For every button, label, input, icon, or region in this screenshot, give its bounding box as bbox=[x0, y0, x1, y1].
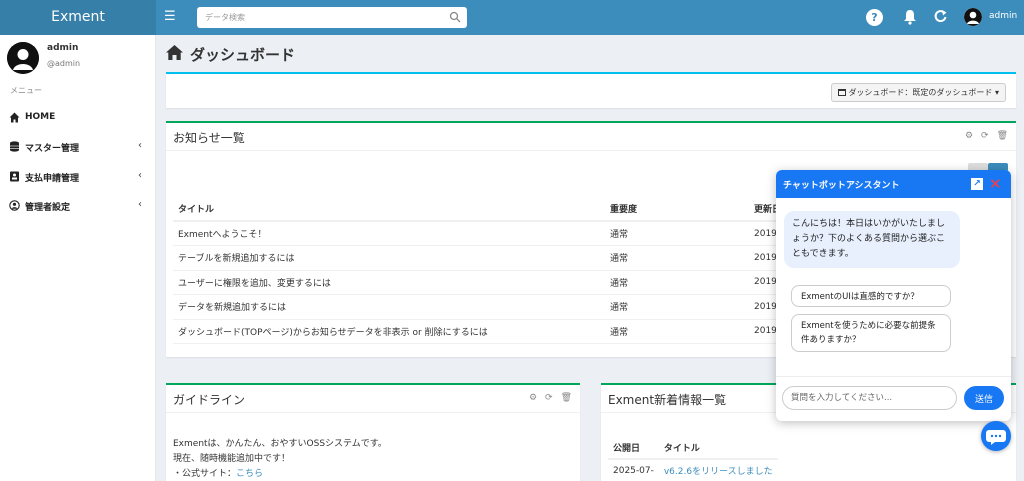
info-table: 公開日 タイトル 2025-07- v6.2.6をリリースしました bbox=[608, 437, 778, 481]
sidebar-item-payment[interactable]: 支払申請管理 ‹ bbox=[0, 165, 156, 189]
table-header-row: 公開日 タイトル bbox=[608, 437, 778, 460]
sidebar-avatar bbox=[7, 42, 39, 74]
column-header: 公開日 bbox=[608, 437, 659, 460]
sidebar-user-handle: @admin bbox=[47, 59, 81, 68]
news-box-tools: ⚙ ⟳ 🗑 bbox=[957, 131, 1008, 141]
guideline-line: 現在、随時機能追加中です！ bbox=[173, 454, 291, 464]
trash-icon[interactable]: 🗑 bbox=[561, 393, 572, 403]
chat-bubble-icon bbox=[986, 430, 1006, 445]
sidebar-item-home[interactable]: HOME bbox=[0, 106, 156, 130]
refresh-icon[interactable]: ⟳ bbox=[545, 393, 553, 403]
sidebar-item-label: 管理者設定 bbox=[25, 203, 71, 213]
bell-icon[interactable] bbox=[903, 9, 917, 25]
guideline-line: ・公式サイト：こちら bbox=[173, 467, 387, 481]
guideline-line: Exmentは、かんたん、おやすいOSSシステムです。 bbox=[173, 439, 387, 449]
chatbot-header: チャットボットアシスタント ↗ ✕ bbox=[776, 170, 1011, 198]
importance-cell: 通常 bbox=[605, 245, 749, 271]
guideline-text: Exmentは、かんたん、おやすいOSSシステムです。 現在、随時機能追加中です… bbox=[173, 437, 387, 481]
calendar-icon bbox=[838, 89, 847, 96]
search-icon[interactable] bbox=[449, 11, 461, 23]
sidebar-user-name: admin bbox=[47, 43, 79, 53]
sidebar-item-admin-settings[interactable]: 管理者設定 ‹ bbox=[0, 194, 156, 218]
sidebar-item-label: HOME bbox=[25, 112, 56, 122]
guideline-box-title: ガイドライン bbox=[173, 393, 246, 407]
chatbot-title: チャットボットアシスタント bbox=[783, 181, 900, 191]
id-card-icon bbox=[10, 171, 19, 182]
dashboard-selector-box: ダッシュボード：既定のダッシュボード ▾ bbox=[166, 72, 1016, 108]
expand-icon[interactable]: ↗ bbox=[971, 178, 983, 190]
sidebar-item-label: マスター管理 bbox=[25, 144, 80, 154]
chevron-left-icon: ‹ bbox=[138, 170, 142, 181]
news-title-cell: ダッシュボード(TOPページ)からお知らせデータを非表示 or 削除にするには bbox=[173, 319, 605, 344]
suggested-question-button[interactable]: ExmentのUIは直感的ですか？ bbox=[791, 285, 951, 307]
database-icon bbox=[10, 141, 19, 152]
top-username[interactable]: admin bbox=[989, 11, 1017, 21]
news-title-cell: データを新規追加するには bbox=[173, 294, 605, 320]
news-box-header: お知らせ一覧 ⚙ ⟳ 🗑 bbox=[166, 123, 1016, 151]
suggested-question-button[interactable]: Exmentを使うために必要な前提条件ありますか？ bbox=[791, 314, 951, 352]
chatbot-footer: 送信 bbox=[776, 376, 1011, 421]
home-icon bbox=[9, 112, 20, 123]
search-box bbox=[197, 7, 467, 28]
page-title: ダッシュボード bbox=[190, 46, 296, 64]
guideline-box-header: ガイドライン ⚙ ⟳ 🗑 bbox=[166, 385, 580, 413]
gear-icon[interactable]: ⚙ bbox=[965, 131, 973, 141]
top-navbar: Exment ☰ ? admin bbox=[0, 0, 1024, 35]
help-icon[interactable]: ? bbox=[866, 9, 883, 26]
send-button[interactable]: 送信 bbox=[964, 386, 1004, 410]
trash-icon[interactable]: 🗑 bbox=[997, 131, 1008, 141]
gear-icon[interactable]: ⚙ bbox=[529, 393, 537, 403]
sidebar-menu-header: メニュー bbox=[10, 86, 42, 95]
guideline-box-tools: ⚙ ⟳ 🗑 bbox=[521, 393, 572, 403]
date-cell: 2025-07- bbox=[613, 465, 654, 476]
dashboard-select-button[interactable]: ダッシュボード：既定のダッシュボード ▾ bbox=[831, 83, 1006, 102]
home-icon bbox=[166, 45, 183, 60]
chat-input[interactable] bbox=[782, 386, 957, 410]
official-site-link[interactable]: こちら bbox=[236, 469, 263, 479]
sidebar-item-master[interactable]: マスター管理 ‹ bbox=[0, 135, 156, 159]
sidebar-item-label: 支払申請管理 bbox=[25, 174, 80, 184]
news-title-cell: テーブルを新規追加するには bbox=[173, 245, 605, 271]
info-box-title: Exment新着情報一覧 bbox=[608, 393, 727, 407]
user-avatar[interactable] bbox=[964, 8, 982, 26]
column-header[interactable]: タイトル bbox=[173, 197, 605, 222]
news-title-cell: Exmentへようこそ！ bbox=[173, 221, 605, 246]
chat-launcher-button[interactable] bbox=[981, 421, 1011, 451]
table-row: 2025-07- v6.2.6をリリースしました bbox=[608, 459, 778, 481]
chevron-left-icon: ‹ bbox=[138, 199, 142, 210]
dashboard-select-label: ダッシュボード：既定のダッシュボード bbox=[848, 88, 993, 97]
column-header[interactable]: 重要度 bbox=[605, 197, 749, 222]
refresh-icon[interactable] bbox=[934, 9, 947, 23]
importance-cell: 通常 bbox=[605, 221, 749, 246]
search-input[interactable] bbox=[197, 7, 437, 28]
guideline-line-prefix: ・公式サイト： bbox=[173, 469, 237, 479]
bot-message: こんにちは！本日はいかがいたしましょうか？下のよくある質問から選ぶこともできます… bbox=[784, 211, 960, 268]
refresh-icon[interactable]: ⟳ bbox=[981, 131, 989, 141]
guideline-box: ガイドライン ⚙ ⟳ 🗑 Exmentは、かんたん、おやすいOSSシステムです。 現… bbox=[166, 383, 580, 481]
sidebar: admin @admin メニュー HOME マスター管理 ‹ 支払申請管理 ‹… bbox=[0, 35, 156, 481]
chatbot-panel: チャットボットアシスタント ↗ ✕ こんにちは！本日はいかがいたしましょうか？下… bbox=[776, 170, 1011, 421]
menu-toggle-icon[interactable]: ☰ bbox=[164, 9, 176, 24]
importance-cell: 通常 bbox=[605, 270, 749, 295]
release-link[interactable]: v6.2.6をリリースしました bbox=[664, 467, 773, 477]
brand-logo[interactable]: Exment bbox=[0, 0, 156, 35]
news-box-title: お知らせ一覧 bbox=[173, 131, 245, 145]
news-title-cell: ユーザーに権限を追加、変更するには bbox=[173, 270, 605, 295]
column-header: タイトル bbox=[658, 437, 778, 460]
importance-cell: 通常 bbox=[605, 294, 749, 320]
user-circle-icon bbox=[9, 200, 20, 211]
chevron-left-icon: ‹ bbox=[138, 140, 142, 151]
close-icon[interactable]: ✕ bbox=[989, 175, 1002, 193]
importance-cell: 通常 bbox=[605, 319, 749, 344]
